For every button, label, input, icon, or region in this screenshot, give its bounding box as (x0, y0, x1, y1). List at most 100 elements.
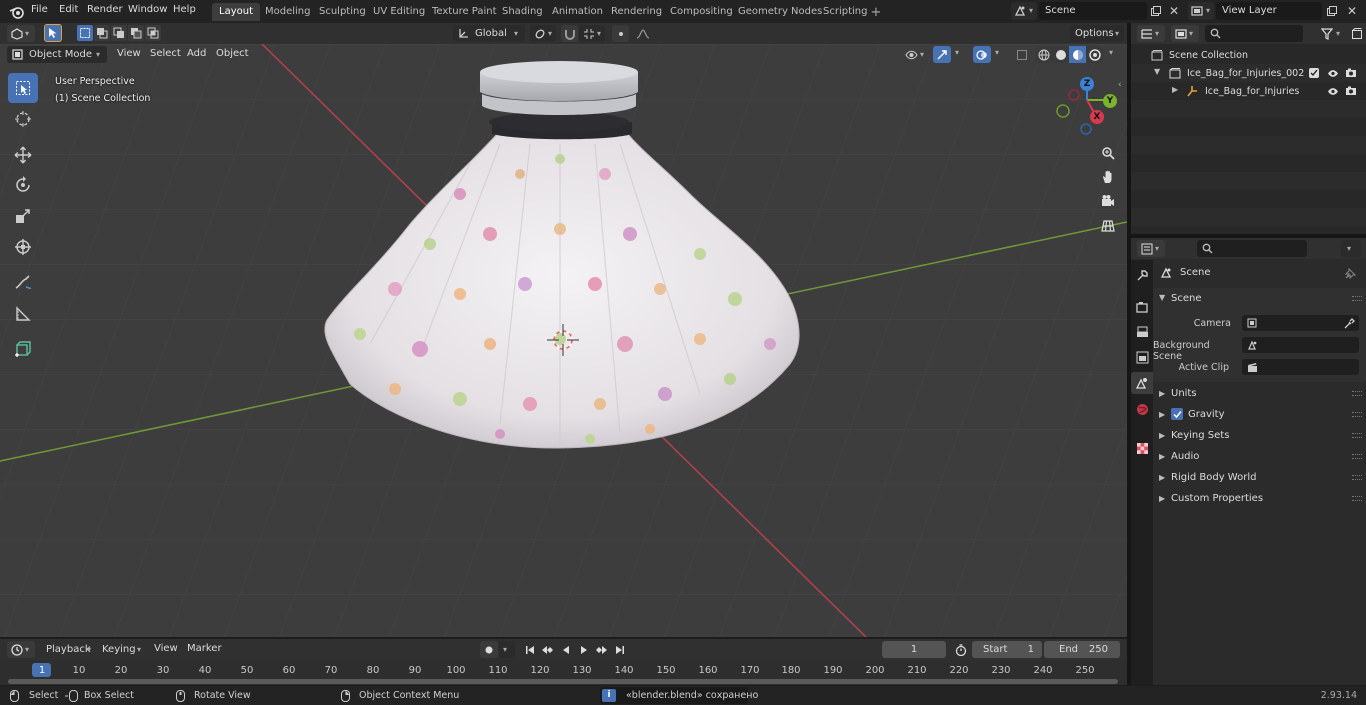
drag-handle-icon[interactable] (1352, 296, 1362, 301)
expand-arrow-icon[interactable]: ▶ (1172, 85, 1178, 94)
navigation-gizmo[interactable]: Z Y X (1052, 74, 1122, 138)
texture-properties-tab-icon[interactable] (1133, 439, 1151, 457)
camera-field[interactable] (1242, 315, 1359, 331)
keying-mode-dropdown[interactable]: ▾ (499, 641, 515, 658)
tab-modeling[interactable]: Modeling (258, 3, 318, 21)
exclude-checkbox-icon[interactable] (1309, 68, 1319, 78)
proportional-editing-icon[interactable] (612, 25, 629, 42)
timeline-scrollbar[interactable] (8, 679, 1118, 684)
add-cube-tool-icon[interactable] (8, 334, 38, 364)
display-mode-selector[interactable]: ▾ (1171, 25, 1199, 42)
units-section[interactable]: ▶ Units (1153, 383, 1366, 404)
auto-keying-icon[interactable] (480, 641, 498, 658)
end-frame-field[interactable]: End 250 (1044, 641, 1120, 658)
scene-type-selector[interactable]: ▾ (1011, 2, 1037, 20)
tab-sculpting[interactable]: Sculpting (312, 3, 373, 21)
new-view-layer-icon[interactable] (1324, 3, 1340, 19)
shading-rendered-icon[interactable] (1086, 46, 1103, 63)
tab-layout[interactable]: Layout (212, 3, 260, 21)
playback-menu[interactable]: Playback ▾ (41, 641, 96, 658)
properties-search-field[interactable] (1197, 240, 1307, 257)
shading-wireframe-icon[interactable] (1035, 46, 1052, 63)
tab-uv-editing[interactable]: UV Editing (366, 3, 432, 21)
eyedropper-icon[interactable] (1343, 317, 1355, 329)
gravity-checkbox-icon[interactable] (1171, 408, 1183, 420)
tab-geometry-nodes[interactable]: Geometry Nodes (731, 3, 829, 21)
gizmo-z-axis[interactable]: Z (1080, 77, 1094, 91)
visibility-eye-icon[interactable] (1326, 85, 1340, 97)
editor-type-selector[interactable]: ▾ (7, 25, 35, 42)
tab-texture-paint[interactable]: Texture Paint (425, 3, 504, 21)
select-invert-icon[interactable] (128, 25, 144, 41)
shading-material-preview-icon[interactable] (1069, 46, 1086, 63)
menu-file[interactable]: File (31, 4, 48, 15)
overlays-toggle-icon[interactable] (973, 46, 991, 63)
jump-to-start-icon[interactable] (521, 641, 538, 658)
chevron-down-icon[interactable]: ▾ (1109, 48, 1113, 57)
rotate-tool-icon[interactable] (8, 170, 38, 200)
outliner-editor-type-selector[interactable]: ▾ (1137, 25, 1165, 42)
viewport-menu-add[interactable]: Add (187, 48, 206, 59)
measure-tool-icon[interactable] (8, 299, 38, 329)
menu-window[interactable]: Window (128, 4, 167, 15)
keying-sets-section[interactable]: ▶ Keying Sets (1153, 425, 1366, 446)
gizmo-x-axis[interactable]: X (1090, 110, 1104, 124)
cursor-tool-icon[interactable] (8, 104, 38, 134)
perspective-toggle-icon[interactable] (1097, 215, 1119, 237)
jump-to-keyframe-back-icon[interactable] (538, 641, 555, 658)
render-camera-icon[interactable] (1344, 67, 1358, 79)
background-scene-field[interactable] (1242, 337, 1359, 353)
visibility-eye-icon[interactable] (1326, 67, 1340, 79)
timeline-menu-marker[interactable]: Marker (187, 643, 222, 654)
select-tool-mode-icon[interactable] (44, 24, 62, 42)
snap-target-selector[interactable]: ▾ (579, 25, 605, 42)
chevron-down-icon[interactable]: ▾ (995, 48, 999, 57)
render-camera-icon[interactable] (1344, 85, 1358, 97)
outliner-filter-selector[interactable]: ▾ (1316, 25, 1346, 42)
view-layer-name-field[interactable]: View Layer (1216, 2, 1322, 20)
proportional-falloff-icon[interactable] (630, 25, 656, 42)
shading-solid-icon[interactable] (1052, 46, 1069, 63)
scene-panel-header[interactable]: ▼ Scene (1153, 288, 1366, 309)
viewport-menu-view[interactable]: View (117, 48, 141, 59)
chevron-down-icon[interactable]: ▾ (955, 48, 959, 57)
jump-to-keyframe-forward-icon[interactable] (593, 641, 610, 658)
tab-scripting[interactable]: Scripting (816, 3, 874, 21)
viewport-menu-object[interactable]: Object (216, 48, 249, 59)
preview-range-stopwatch-icon[interactable] (952, 641, 969, 658)
select-extend-icon[interactable] (94, 25, 110, 41)
timeline-menu-view[interactable]: View (154, 643, 178, 654)
outliner-object-row[interactable]: ▶ Ice_Bag_for_Injuries (1131, 82, 1366, 100)
status-report[interactable]: i «blender.blend» сохранено (600, 687, 758, 704)
delete-scene-icon[interactable]: ✕ (1166, 3, 1182, 19)
view-layer-properties-tab-icon[interactable] (1133, 348, 1151, 366)
tab-rendering[interactable]: Rendering (604, 3, 669, 21)
gizmo-y-axis[interactable]: Y (1103, 94, 1117, 108)
visibility-selector[interactable]: ▾ (902, 46, 930, 63)
menu-render[interactable]: Render (87, 4, 123, 15)
outliner-scene-collection-row[interactable]: Scene Collection (1131, 46, 1366, 64)
current-frame-field[interactable]: 1 (882, 641, 946, 658)
viewport-canvas[interactable] (0, 44, 1127, 637)
output-properties-tab-icon[interactable] (1133, 323, 1151, 341)
xray-toggle-icon[interactable] (1013, 46, 1031, 63)
object-mode-selector[interactable]: Object Mode ▾ (7, 46, 107, 63)
select-box-tool-icon[interactable] (8, 73, 38, 103)
add-workspace-icon[interactable]: + (869, 5, 883, 20)
tool-settings-tab-icon[interactable] (1133, 266, 1151, 284)
select-intersect-icon[interactable] (145, 25, 161, 41)
expand-arrow-icon[interactable]: ▼ (1154, 67, 1160, 76)
scale-tool-icon[interactable] (8, 201, 38, 231)
render-properties-tab-icon[interactable] (1133, 298, 1151, 316)
menu-edit[interactable]: Edit (59, 4, 78, 15)
drag-handle-icon[interactable] (1352, 412, 1362, 417)
rigid-body-world-section[interactable]: ▶ Rigid Body World (1153, 467, 1366, 488)
scene-name-field[interactable]: Scene (1039, 2, 1147, 20)
3d-viewport[interactable] (0, 44, 1127, 637)
drag-handle-icon[interactable] (1352, 433, 1362, 438)
menu-help[interactable]: Help (173, 4, 196, 15)
timeline-editor-type-selector[interactable]: ▾ (7, 641, 35, 658)
viewport-menu-select[interactable]: Select (150, 48, 181, 59)
start-frame-field[interactable]: Start 1 (972, 641, 1042, 658)
gizmo-toggle-icon[interactable] (933, 46, 951, 63)
